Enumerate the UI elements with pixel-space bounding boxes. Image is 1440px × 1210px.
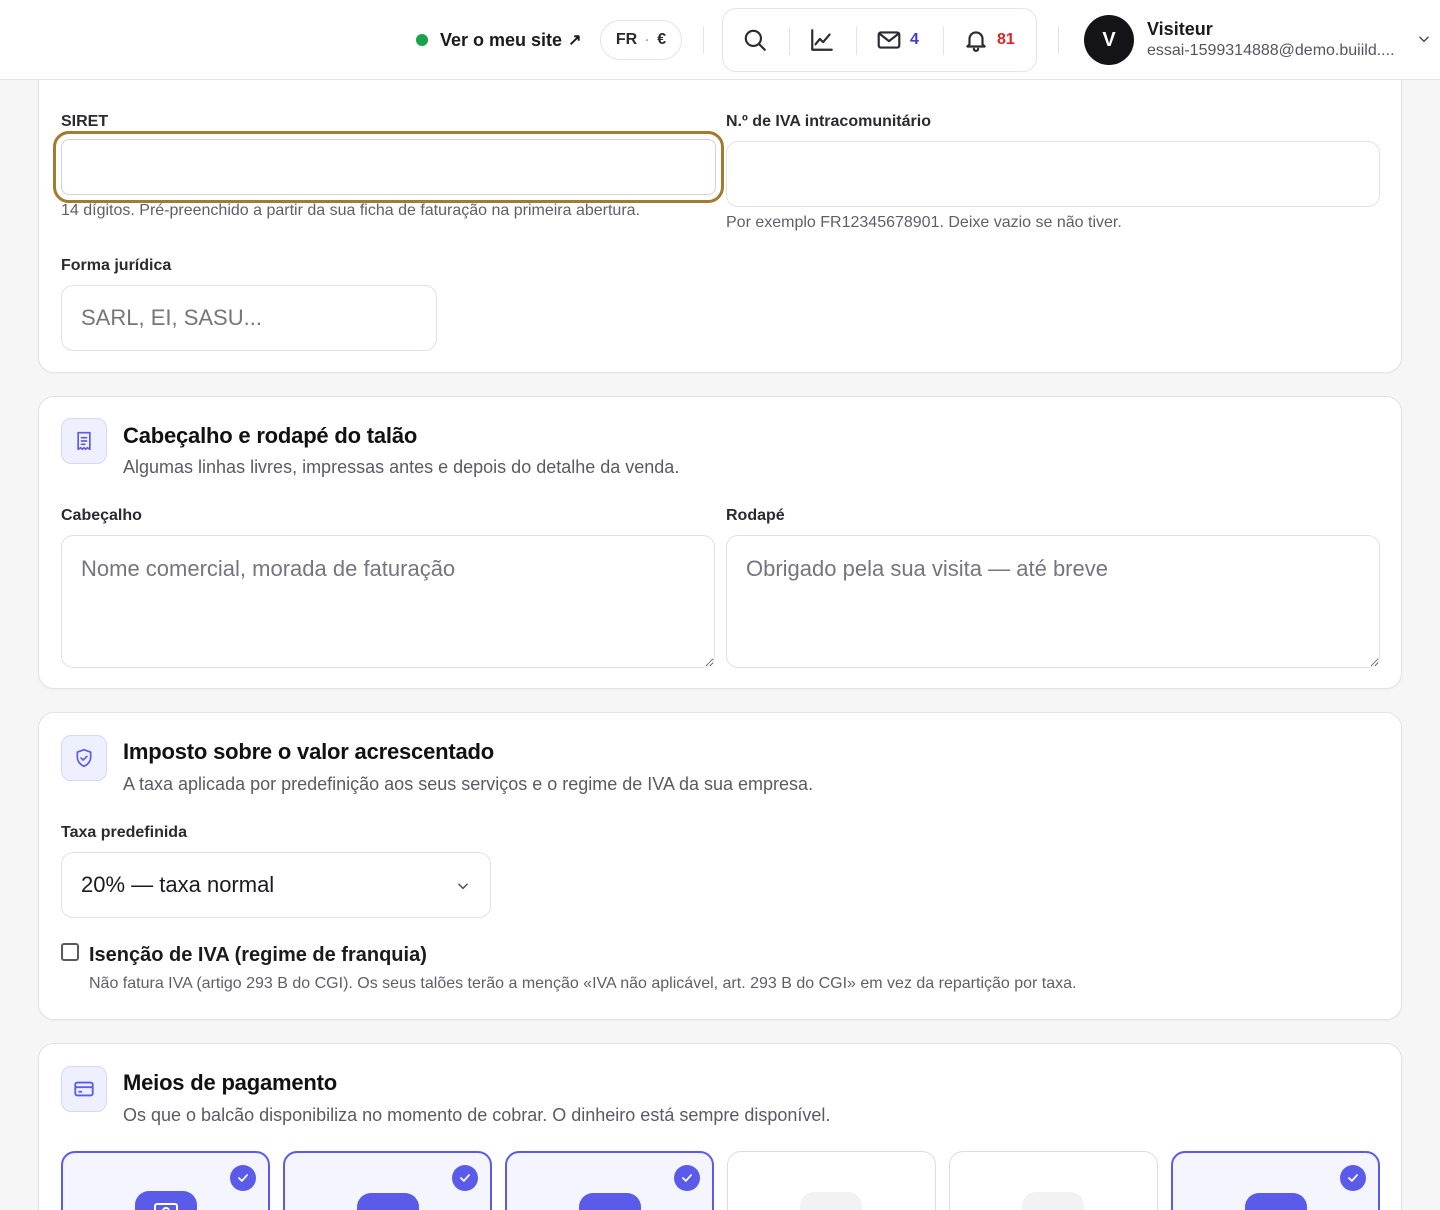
avatar[interactable]: V <box>1084 15 1134 65</box>
payment-method-icon <box>1245 1193 1307 1210</box>
mail-icon <box>877 31 901 49</box>
statistics-button[interactable] <box>809 9 835 71</box>
card-icon-badge <box>61 1066 107 1112</box>
default-rate-value: 20% — taxa normal <box>81 872 275 897</box>
payment-methods-grid <box>61 1151 1381 1210</box>
section-title: Meios de pagamento <box>123 1070 337 1095</box>
receipt-footer-textarea[interactable] <box>726 535 1380 668</box>
checkmark-icon <box>230 1165 256 1191</box>
payment-method-icon <box>800 1192 862 1210</box>
payment-method-icon <box>1022 1192 1084 1210</box>
view-site-link[interactable]: Ver o meu site ↗ <box>416 28 581 52</box>
view-site-label: Ver o meu site <box>440 29 563 50</box>
receipt-icon <box>77 431 91 451</box>
messages-button[interactable]: 4 <box>876 9 919 71</box>
checkmark-icon <box>452 1165 478 1191</box>
chevron-down-icon <box>458 883 468 890</box>
divider <box>703 26 704 54</box>
payment-method-tile[interactable] <box>283 1151 492 1210</box>
vat-number-hint: Por exemplo FR12345678901. Deixe vazio s… <box>726 214 1122 231</box>
payment-method-icon <box>357 1193 419 1210</box>
vat-exemption-checkbox[interactable] <box>61 943 79 961</box>
messages-count: 4 <box>910 31 919 48</box>
receipt-icon-badge <box>61 418 107 464</box>
vat-number-input[interactable] <box>726 141 1380 207</box>
chevron-down-icon[interactable] <box>1417 32 1431 46</box>
section-title: Imposto sobre o valor acrescentado <box>123 739 494 764</box>
notifications-button[interactable]: 81 <box>963 9 1015 71</box>
payment-method-icon <box>579 1193 641 1210</box>
payment-methods-card: Meios de pagamento Os que o balcão dispo… <box>38 1043 1402 1210</box>
vat-number-label: N.º de IVA intracomunitário <box>726 113 931 130</box>
search-icon <box>744 29 766 51</box>
divider <box>789 27 790 55</box>
vat-exemption-label[interactable]: Isenção de IVA (regime de franquia) <box>89 944 427 967</box>
payment-method-tile[interactable] <box>949 1151 1158 1210</box>
default-rate-label: Taxa predefinida <box>61 824 187 841</box>
bell-icon <box>966 31 986 52</box>
credit-card-icon <box>74 1081 94 1097</box>
siret-label: SIRET <box>61 113 109 130</box>
divider <box>856 27 857 55</box>
checkmark-icon <box>1340 1165 1366 1191</box>
payment-method-tile[interactable] <box>61 1151 270 1210</box>
section-subtitle: A taxa aplicada por predefinição aos seu… <box>123 774 814 794</box>
locale-code: FR <box>615 31 638 48</box>
currency-symbol: € <box>657 31 667 48</box>
vat-exemption-hint: Não fatura IVA (artigo 293 B do CGI). Os… <box>89 975 1077 992</box>
locale-currency-switcher[interactable]: FR · € <box>600 20 682 60</box>
user-email: essai-1599314888@demo.buiild.... <box>1147 42 1395 59</box>
divider <box>943 27 944 55</box>
locale-separator: · <box>645 33 650 47</box>
legal-form-input[interactable] <box>61 285 437 351</box>
siret-input[interactable] <box>53 131 724 203</box>
shield-icon-badge <box>61 735 107 781</box>
default-rate-select[interactable]: 20% — taxa normal <box>61 852 491 918</box>
siret-hint: 14 dígitos. Pré-preenchido a partir da s… <box>61 202 640 219</box>
checkmark-icon <box>674 1165 700 1191</box>
chart-line-icon <box>811 29 833 51</box>
receipt-header-label: Cabeçalho <box>61 507 142 524</box>
shield-check-icon <box>76 748 92 768</box>
divider <box>1058 26 1059 54</box>
search-button[interactable] <box>742 9 768 71</box>
payment-method-tile[interactable] <box>727 1151 936 1210</box>
user-name[interactable]: Visiteur <box>1147 19 1213 40</box>
payment-method-tile[interactable] <box>505 1151 714 1210</box>
cash-icon <box>135 1191 197 1210</box>
toolbar-group: 4 81 <box>722 8 1037 72</box>
legal-form-label: Forma jurídica <box>61 257 172 274</box>
section-subtitle: Algumas linhas livres, impressas antes e… <box>123 457 680 477</box>
site-online-status-dot <box>416 34 428 46</box>
top-bar: Ver o meu site ↗ FR · € 4 81 V Visiteur … <box>0 0 1440 80</box>
external-link-icon: ↗ <box>568 32 582 49</box>
payment-method-tile[interactable] <box>1171 1151 1380 1210</box>
vat-settings-card: Imposto sobre o valor acrescentado A tax… <box>38 712 1402 1020</box>
receipt-footer-label: Rodapé <box>726 507 785 524</box>
section-subtitle: Os que o balcão disponibiliza no momento… <box>123 1105 831 1125</box>
receipt-header-textarea[interactable] <box>61 535 715 668</box>
notifications-count: 81 <box>997 31 1015 48</box>
section-title: Cabeçalho e rodapé do talão <box>123 423 418 448</box>
receipt-header-footer-card: Cabeçalho e rodapé do talão Algumas linh… <box>38 396 1402 689</box>
